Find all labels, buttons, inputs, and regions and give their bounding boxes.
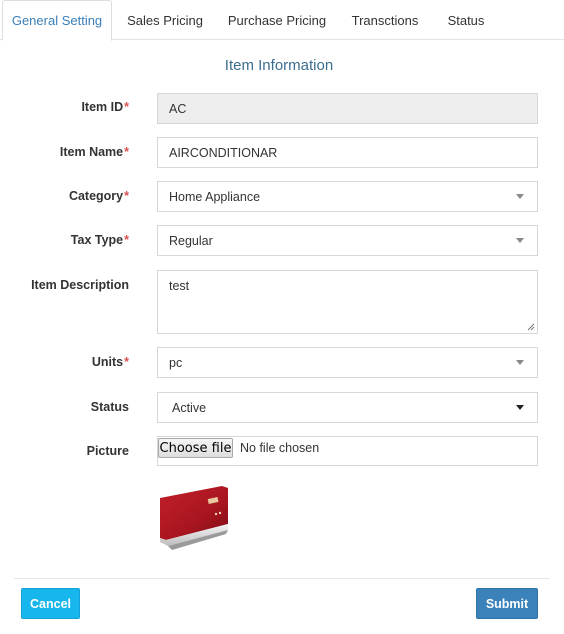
tab-sales-pricing[interactable]: Sales Pricing (120, 0, 210, 40)
tax-type-label: Tax Type* (71, 233, 129, 247)
category-label-text: Category (68, 189, 124, 203)
item-description-label: Item Description (31, 278, 129, 292)
tab-purchase-pricing[interactable]: Purchase Pricing (222, 0, 332, 40)
status-select[interactable]: Active (157, 392, 538, 423)
units-select[interactable]: pc (157, 347, 538, 378)
item-id-label-text: Item ID (81, 100, 124, 114)
section-title: Item Information (224, 57, 334, 74)
item-form-page: General Setting Sales Pricing Purchase P… (0, 0, 564, 634)
chevron-down-icon (516, 405, 524, 410)
chevron-down-icon (516, 194, 524, 199)
required-mark: * (124, 355, 129, 369)
item-description-textarea[interactable]: test (157, 270, 538, 334)
item-name-field[interactable]: AIRCONDITIONAR (157, 137, 538, 168)
category-value: Home Appliance (169, 189, 261, 204)
item-description-value: test (169, 279, 190, 293)
air-conditioner-image (160, 486, 228, 550)
required-mark: * (124, 100, 129, 114)
tab-bar: General Setting Sales Pricing Purchase P… (0, 0, 564, 41)
status-value: Active (172, 400, 207, 415)
tax-type-label-text: Tax Type (70, 233, 124, 247)
units-value: pc (169, 355, 183, 370)
status-label: Status (91, 400, 129, 414)
item-id-value: AC (169, 101, 187, 116)
required-mark: * (124, 189, 129, 203)
chevron-down-icon (516, 238, 524, 243)
category-label: Category* (69, 189, 129, 203)
cancel-button[interactable]: Cancel (21, 588, 80, 619)
item-id-field[interactable]: AC (157, 93, 538, 124)
tab-status[interactable]: Status (438, 0, 494, 40)
submit-button[interactable]: Submit (476, 588, 538, 619)
picture-label-text: Picture (86, 444, 129, 458)
tab-general-setting[interactable]: General Setting (2, 0, 112, 41)
footer-divider (14, 578, 550, 579)
resize-handle-icon[interactable] (527, 323, 535, 331)
item-description-label-text: Item Description (31, 278, 129, 292)
status-label-text: Status (90, 400, 129, 414)
item-name-label: Item Name* (60, 145, 129, 159)
picture-label: Picture (87, 444, 129, 458)
item-name-label-text: Item Name (59, 145, 124, 159)
choose-file-button[interactable]: Choose file (158, 438, 233, 458)
file-status-text: No file chosen (240, 441, 320, 455)
units-label: Units* (92, 355, 129, 369)
tax-type-value: Regular (169, 233, 213, 248)
tab-transactions[interactable]: Transctions (344, 0, 426, 40)
tax-type-select[interactable]: Regular (157, 225, 538, 256)
required-mark: * (124, 145, 129, 159)
item-name-value: AIRCONDITIONAR (169, 145, 278, 160)
chevron-down-icon (516, 360, 524, 365)
category-select[interactable]: Home Appliance (157, 181, 538, 212)
item-id-label: Item ID* (81, 100, 129, 114)
units-label-text: Units (91, 355, 124, 369)
required-mark: * (124, 233, 129, 247)
